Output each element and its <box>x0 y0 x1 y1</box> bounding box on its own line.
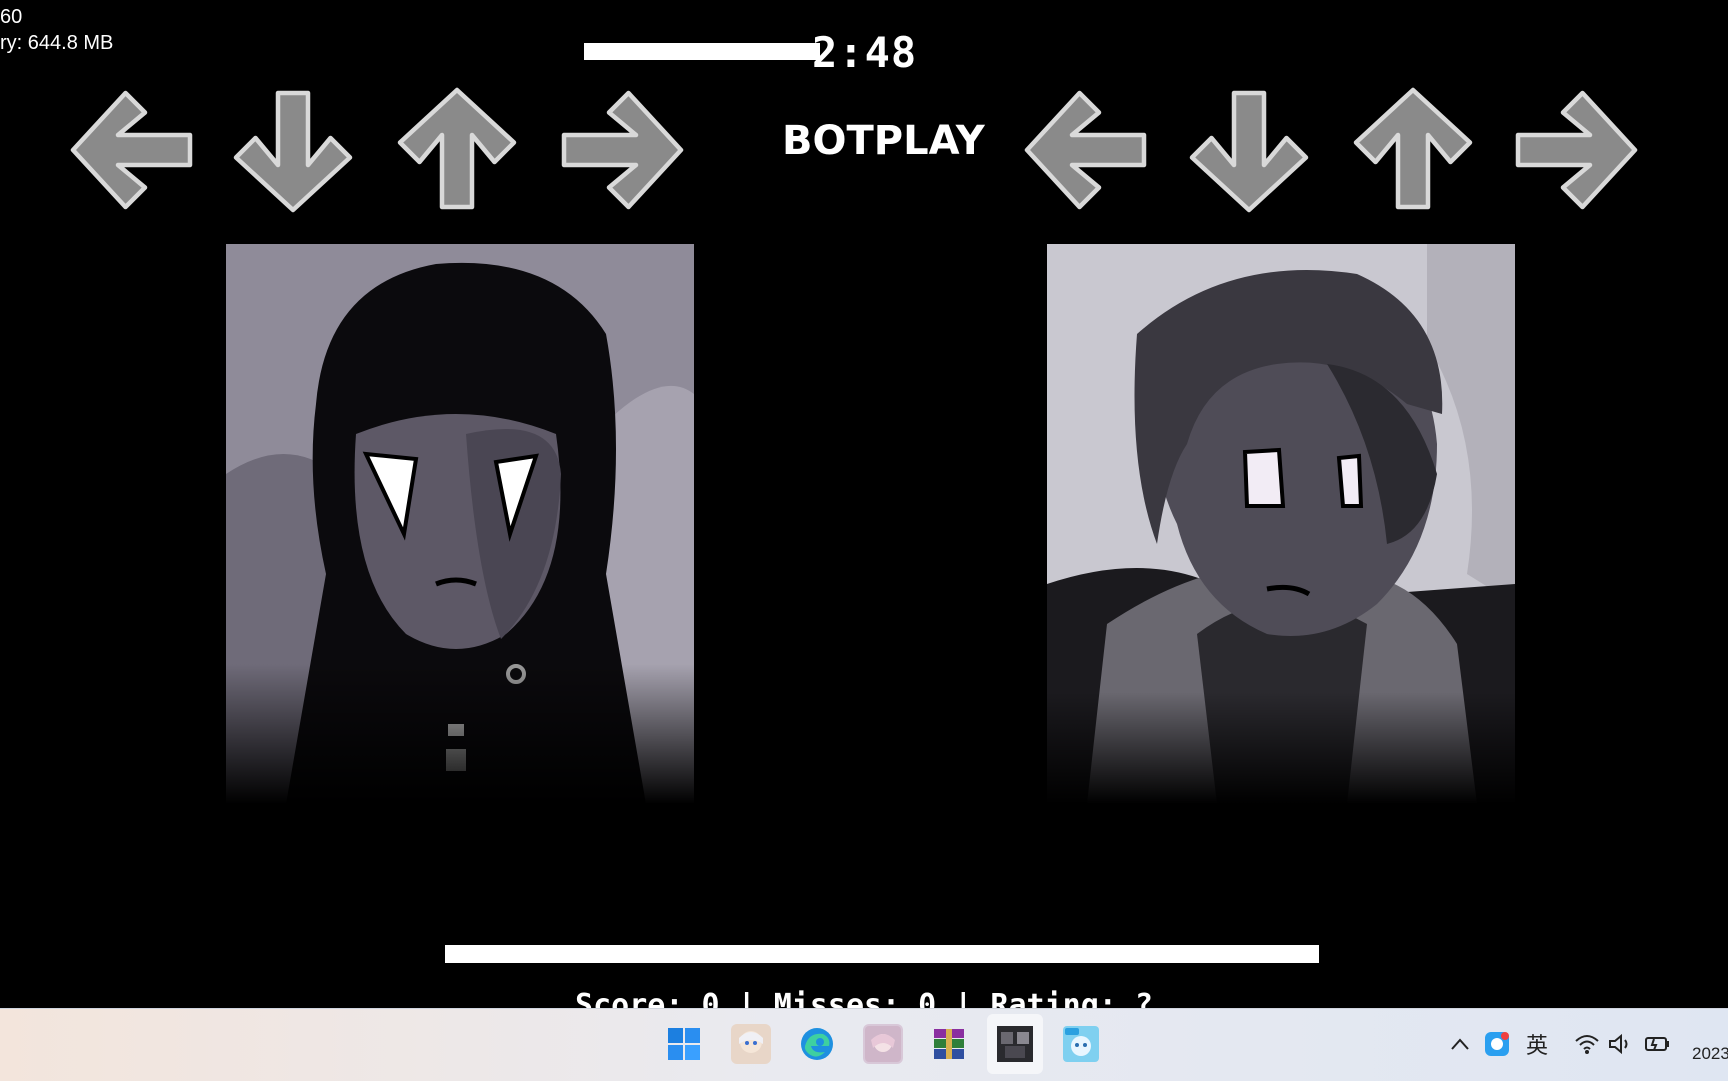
memory-counter: ry: 644.8 MB <box>0 32 114 54</box>
fps-counter: 60 <box>0 6 23 28</box>
debug-overlay: 60 ry: 644.8 MB <box>0 4 113 56</box>
player-character-portrait <box>1047 244 1515 804</box>
anime-app-icon[interactable] <box>863 1024 903 1064</box>
opponent-up-arrow-icon <box>382 75 532 225</box>
opponent-character-portrait <box>226 244 694 804</box>
edge-icon[interactable] <box>797 1024 837 1064</box>
player-down-arrow-icon <box>1174 75 1324 225</box>
game-window-icon[interactable] <box>995 1024 1035 1064</box>
volume-icon[interactable] <box>1608 1030 1634 1058</box>
opponent-down-arrow-icon <box>218 75 368 225</box>
opponent-left-arrow-icon <box>58 75 208 225</box>
genshin-app-icon[interactable] <box>731 1024 771 1064</box>
player-right-arrow-icon <box>1500 75 1650 225</box>
show-hidden-icons-chevron-icon[interactable] <box>1450 1030 1470 1058</box>
taskbar-clock[interactable]: 2023 <box>1692 1044 1728 1064</box>
wifi-icon[interactable] <box>1574 1030 1600 1058</box>
player-up-arrow-icon <box>1338 75 1488 225</box>
song-progress-bar <box>584 43 820 60</box>
health-bar <box>445 945 1319 963</box>
live-wallpaper-icon[interactable] <box>1061 1024 1101 1064</box>
start-icon[interactable] <box>664 1024 704 1064</box>
opponent-right-arrow-icon <box>546 75 696 225</box>
song-time: 2:48 <box>812 28 918 77</box>
winrar-icon[interactable] <box>929 1024 969 1064</box>
player-left-arrow-icon <box>1012 75 1162 225</box>
ime-indicator[interactable]: 英 <box>1526 1030 1548 1059</box>
battery-icon[interactable] <box>1644 1030 1672 1058</box>
botplay-label: BOTPLAY <box>782 118 985 164</box>
tray-app-icon[interactable] <box>1484 1030 1510 1058</box>
